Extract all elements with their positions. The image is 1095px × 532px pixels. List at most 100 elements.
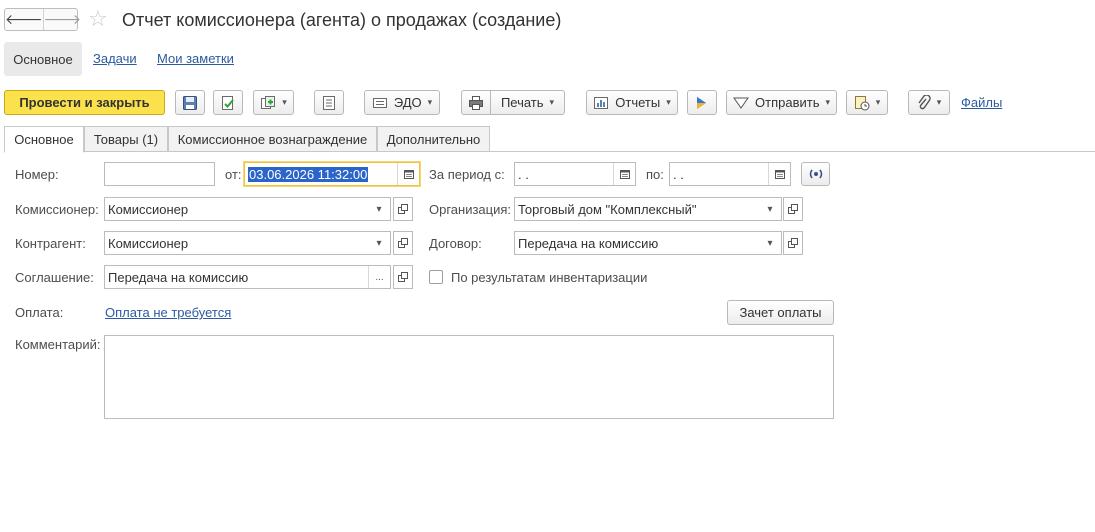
favorite-star-icon[interactable]: ☆ (88, 6, 108, 32)
chevron-down-icon: ▾ (767, 237, 773, 249)
period-from-input[interactable]: . . (514, 162, 636, 186)
inventory-checkbox[interactable] (429, 270, 443, 284)
date-value: 03.06.2026 11:32:00 (248, 166, 369, 182)
section-main[interactable]: Основное (4, 42, 82, 76)
number-label: Номер: (15, 167, 59, 182)
comment-label: Комментарий: (15, 337, 101, 352)
reports-menu-button[interactable]: Отчеты ▾ (586, 90, 678, 115)
calendar-button[interactable] (613, 163, 635, 185)
period-to-input[interactable]: . . (669, 162, 791, 186)
commissioner-dropdown-button[interactable]: ▾ (368, 198, 390, 220)
contract-select[interactable]: Передача на комиссию ▾ (514, 231, 782, 255)
chevron-down-icon: ▾ (666, 97, 671, 107)
calendar-button[interactable] (768, 163, 790, 185)
print-button[interactable] (461, 90, 491, 115)
edo-icon (372, 97, 387, 108)
tab-additional[interactable]: Дополнительно (377, 126, 490, 152)
payment-label: Оплата: (15, 305, 64, 320)
commissioner-label: Комиссионер: (15, 202, 99, 217)
chevron-down-icon: ▾ (825, 97, 830, 107)
period-from-value: . . (518, 166, 529, 182)
chevron-down-icon: ▾ (282, 97, 287, 107)
floppy-disk-icon (183, 95, 197, 110)
number-input[interactable] (104, 162, 215, 186)
open-window-icon (398, 272, 408, 282)
edo-label: ЭДО (393, 95, 422, 110)
period-from-label: За период с: (429, 167, 505, 182)
organization-select[interactable]: Торговый дом "Комплексный" ▾ (514, 197, 782, 221)
commissioner-select[interactable]: Комиссионер ▾ (104, 197, 391, 221)
counterparty-dropdown-button[interactable]: ▾ (368, 232, 390, 254)
save-button[interactable] (175, 90, 205, 115)
post-button[interactable] (213, 90, 243, 115)
open-window-icon (788, 204, 798, 214)
files-link[interactable]: Файлы (961, 95, 1002, 111)
open-window-icon (398, 204, 408, 214)
chevron-down-icon: ▾ (427, 97, 433, 107)
send-label: Отправить (755, 95, 820, 110)
chevron-down-icon: ▾ (767, 203, 773, 215)
document-clock-icon (854, 95, 870, 110)
paperclip-icon (918, 94, 931, 109)
post-and-close-button[interactable]: Провести и закрыть (4, 90, 165, 115)
printer-icon (469, 95, 483, 110)
calendar-icon (619, 170, 630, 179)
reports-icon (594, 96, 609, 109)
calendar-icon (774, 170, 785, 179)
edo-menu-button[interactable]: ЭДО ▾ (364, 90, 440, 115)
tab-goods[interactable]: Товары (1) (84, 126, 168, 152)
open-window-icon (398, 238, 408, 248)
organization-value: Торговый дом "Комплексный" (518, 201, 697, 217)
agreement-choose-button[interactable]: ... (368, 266, 390, 288)
organization-open-button[interactable] (783, 197, 803, 221)
calendar-icon (403, 170, 414, 179)
organization-dropdown-button[interactable]: ▾ (759, 198, 781, 220)
date-from-label: от: (225, 167, 242, 182)
agreement-open-button[interactable] (393, 265, 413, 289)
chevron-down-icon: ▾ (936, 97, 942, 107)
contract-label: Договор: (429, 236, 482, 251)
post-document-icon (222, 95, 234, 110)
attachments-menu-button[interactable]: ▾ (908, 90, 950, 115)
payment-link[interactable]: Оплата не требуется (105, 305, 231, 321)
tab-commission-fee[interactable]: Комиссионное вознаграждение (168, 126, 377, 152)
edo-arrow-icon (697, 96, 706, 109)
organization-label: Организация: (429, 202, 512, 217)
agreement-label: Соглашение: (15, 270, 94, 285)
section-tasks-link[interactable]: Задачи (93, 51, 137, 67)
arrow-left-icon: 🡐 (5, 11, 43, 27)
chevron-down-icon: ▾ (549, 97, 555, 107)
forward-button[interactable]: 🡒 (42, 9, 81, 30)
back-button[interactable]: 🡐 (5, 9, 43, 30)
send-menu-button[interactable]: Отправить ▾ (726, 90, 837, 115)
send-icon (733, 97, 749, 109)
period-icon (809, 169, 822, 179)
create-based-on-button[interactable]: ▾ (253, 90, 294, 115)
print-label: Печать (500, 95, 544, 110)
document-date-input[interactable]: 03.06.2026 11:32:00 (244, 162, 420, 186)
inventory-checkbox-label: По результатам инвентаризации (451, 270, 648, 285)
counterparty-open-button[interactable] (393, 231, 413, 255)
contract-value: Передача на комиссию (518, 235, 659, 251)
contract-open-button[interactable] (783, 231, 803, 255)
navigation-buttons: 🡐 🡒 (4, 8, 81, 31)
period-selector-button[interactable] (801, 162, 830, 186)
print-menu-button[interactable]: Печать ▾ (490, 90, 565, 115)
structure-button[interactable] (314, 90, 344, 115)
payment-offset-button[interactable]: Зачет оплаты (727, 300, 834, 325)
notifications-menu-button[interactable]: ▾ (846, 90, 888, 115)
counterparty-value: Комиссионер (108, 235, 189, 251)
ellipsis-icon: ... (375, 271, 384, 283)
chevron-down-icon: ▾ (376, 203, 382, 215)
tab-main[interactable]: Основное (4, 126, 84, 153)
open-window-icon (788, 238, 798, 248)
counterparty-select[interactable]: Комиссионер ▾ (104, 231, 391, 255)
agreement-select[interactable]: Передача на комиссию ... (104, 265, 391, 289)
page-title: Отчет комиссионера (агента) о продажах (… (122, 10, 562, 30)
comment-textarea[interactable] (104, 335, 834, 419)
calendar-button[interactable] (397, 163, 419, 185)
commissioner-open-button[interactable] (393, 197, 413, 221)
section-notes-link[interactable]: Мои заметки (157, 51, 234, 67)
edo-send-button[interactable] (687, 90, 717, 115)
contract-dropdown-button[interactable]: ▾ (759, 232, 781, 254)
